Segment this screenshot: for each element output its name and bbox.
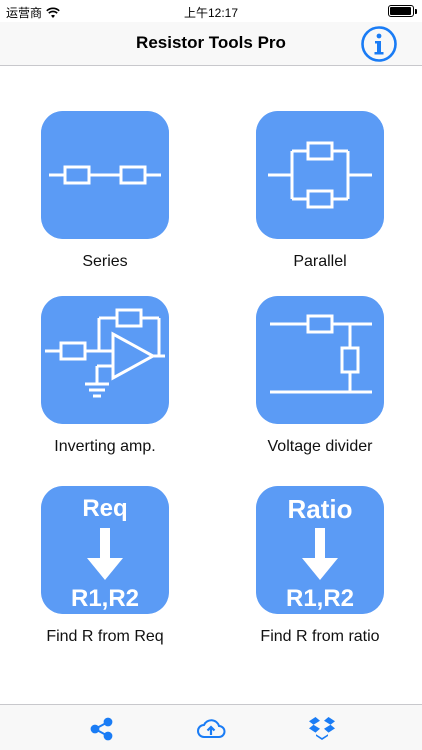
status-time: 上午12:17 (183, 6, 239, 20)
tool-find-r-from-ratio[interactable]: Ratio R1,R2 Find R from ratio (235, 486, 405, 646)
ratio-to-r-icon[interactable]: Ratio R1,R2 (256, 486, 384, 614)
parallel-circuit-icon[interactable] (256, 111, 384, 239)
page-title: Resistor Tools Pro (136, 33, 286, 52)
tool-label: Parallel (293, 253, 347, 270)
navigation-bar: Resistor Tools Pro (0, 22, 422, 66)
battery-icon (388, 5, 417, 17)
status-bar: 运营商 上午12:17 (0, 0, 422, 22)
series-circuit-icon[interactable] (41, 111, 169, 239)
tool-label: Voltage divider (267, 438, 373, 455)
tool-label: Find R from Req (46, 628, 164, 645)
tool-label: Find R from ratio (260, 628, 380, 645)
r1-r2-text: R1,R2 (71, 585, 139, 612)
tool-series[interactable]: Series (20, 111, 190, 271)
ratio-text: Ratio (288, 494, 353, 524)
req-to-r-icon[interactable]: Req R1,R2 (41, 486, 169, 614)
r1-r2-text: R1,R2 (286, 585, 354, 612)
tool-voltage-divider[interactable]: Voltage divider (235, 296, 405, 456)
tool-inverting-amp[interactable]: Inverting amp. (20, 296, 190, 456)
share-icon[interactable] (86, 713, 118, 745)
voltage-divider-icon[interactable] (256, 296, 384, 424)
tab-bar (0, 704, 422, 750)
cloud-upload-icon[interactable] (195, 713, 227, 745)
tool-parallel[interactable]: Parallel (235, 111, 405, 271)
tool-label: Series (82, 253, 128, 270)
req-text: Req (82, 495, 127, 522)
dropbox-icon[interactable] (306, 713, 338, 745)
tool-find-r-from-req[interactable]: Req R1,R2 Find R from Req (20, 486, 190, 646)
inverting-amp-icon[interactable] (41, 296, 169, 424)
tool-label: Inverting amp. (54, 438, 156, 455)
info-icon[interactable] (360, 25, 398, 63)
